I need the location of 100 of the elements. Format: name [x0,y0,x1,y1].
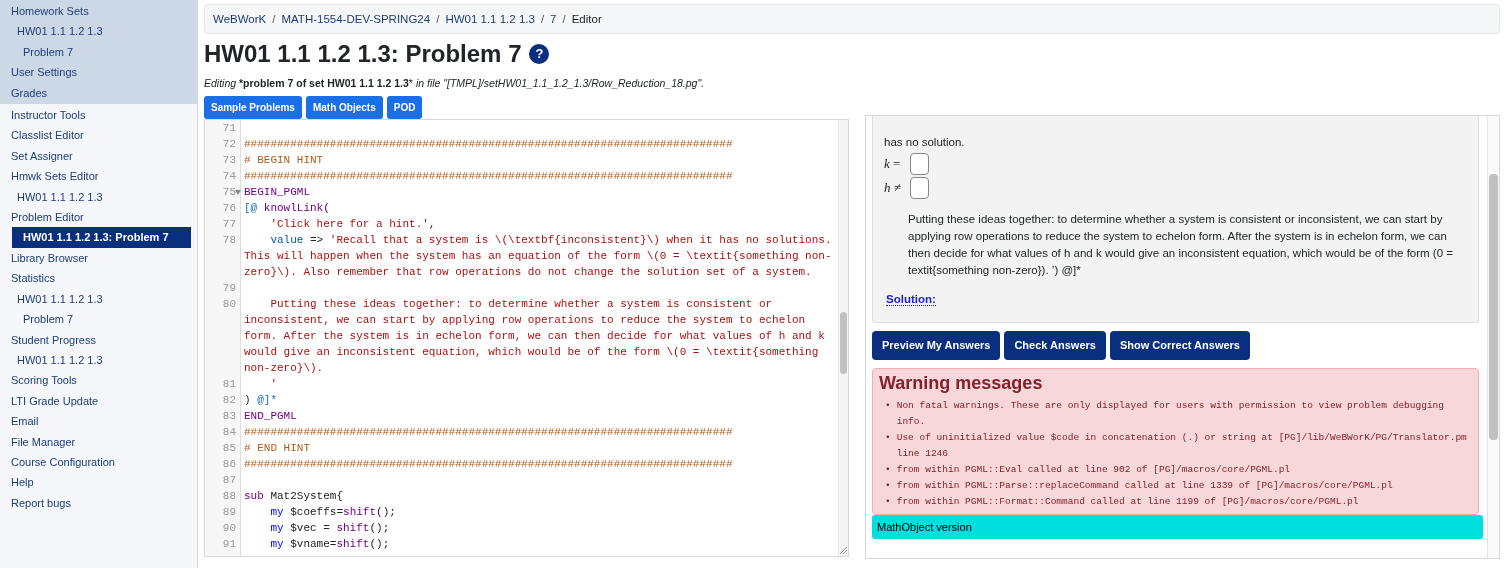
line-number: 80 [221,296,237,312]
warning-item: from within PGML::Parse::replaceCommand called at line 1339 of [PG]/macros/core/PGML.pl [896,479,1393,494]
code-line: BEGIN_PGML [244,184,311,200]
sidebar-item[interactable]: Course Configuration [0,451,191,473]
line-number: 75 [205,183,240,200]
breadcrumb-link[interactable]: 7 [550,13,557,25]
sidebar-item[interactable]: HW01 1.1 1.2 1.3 [0,21,191,42]
resize-handle-icon[interactable] [839,545,848,554]
scrollbar-thumb[interactable] [1489,173,1498,440]
code-line: END_PGML [244,408,298,424]
help-button[interactable]: ? [529,44,550,64]
line-number: 81 [221,376,237,392]
breadcrumb-link[interactable]: MATH-1554-DEV-SPRING24 [281,13,431,25]
sidebar-item[interactable]: Classlist Editor [0,125,191,146]
sidebar-item[interactable]: Hmwk Sets Editor [0,166,191,187]
reference-button[interactable]: Math Objects [305,95,383,119]
bullet: • [885,463,891,478]
code-line: ' [269,376,278,392]
bullet: • [885,495,891,510]
sidebar-item[interactable]: HW01 1.1 1.2 1.3 [0,349,191,371]
sidebar-item[interactable]: Statistics [0,268,191,289]
line-number: 88 [221,488,237,504]
editing-info: Editing *problem 7 of set HW01 1.1 1.2 1.3* in file "[TMPL]/setHW01_1.1_1.2_1.3/Row_Reduction_18.pg". [204,76,706,91]
sidebar-item[interactable]: HW01 1.1 1.2 1.3: Problem 7 [12,227,191,248]
line-number: 89 [221,504,237,520]
sidebar-item[interactable]: Library Browser [0,247,191,269]
breadcrumb-separator: / [271,13,277,25]
scrollbar-thumb[interactable] [840,311,848,374]
preview-paragraph: Putting these ideas together: to determine whether a system is consistent or inconsistent, we can start by applying row operations to reduce the system to echelon form. After the system is in echelon form, we can then decide for what values of h and k would give an inconsistent equation, which would be of the form (0 = textit{something non-zero}). ’) @]* [907,212,1454,278]
sidebar-item[interactable]: HW01 1.1 1.2 1.3 [0,186,191,208]
line-number: 71 [221,120,237,136]
code-line: my $coeffs=shift(); [269,504,397,520]
scrollbar[interactable] [1487,115,1499,558]
breadcrumb-link[interactable]: HW01 1.1 1.2 1.3 [445,13,535,25]
warning-item: from within PGML::Format::Command called at line 1199 of [PG]/macros/core/PGML.pl [896,495,1359,510]
code-line: my $vec = shift(); [269,520,391,536]
sidebar-item[interactable]: Scoring Tools [0,370,191,391]
answer-field[interactable] [910,153,929,175]
breadcrumb-separator: / [435,13,441,25]
preview-text: has no solution. [884,134,966,150]
line-number: 85 [221,440,237,456]
sidebar-item[interactable]: Set Assigner [0,145,191,167]
line-number: 73 [221,152,237,168]
code-line: ) @]* [244,392,278,408]
breadcrumb-separator: / [539,13,546,25]
line-number: 77 [221,216,237,232]
sidebar-item[interactable]: Grades [0,82,191,104]
bullet: • [885,399,891,414]
code-line: 'Click here for a hint.', [269,216,437,232]
sidebar-item[interactable]: Student Progress [0,329,191,350]
fold-arrow-icon[interactable] [235,189,241,195]
code-line: ########################################################################## [244,136,734,152]
line-number: 90 [221,520,237,536]
line-number: 72 [221,136,237,152]
scrollbar[interactable] [838,119,848,556]
sidebar-item[interactable]: Report bugs [0,492,191,514]
answer-field[interactable] [910,177,929,199]
sidebar-item[interactable]: Problem 7 [0,41,191,63]
sidebar-item[interactable]: HW01 1.1 1.2 1.3 [0,288,191,310]
reference-button[interactable]: POD [386,95,423,119]
sidebar-item[interactable]: LTI Grade Update [0,390,191,412]
code-line: ########################################################################## [244,168,734,184]
code-line: sub Mat2System{ [244,488,345,504]
answer-button[interactable]: Check Answers [1004,331,1106,360]
warning-item: from within PGML::Eval called at line 902 of [PG]/macros/core/PGML.pl [896,463,1291,478]
line-number: 74 [221,168,237,184]
code-line: ########################################################################## [244,424,734,440]
sidebar-item[interactable]: File Manager [0,431,191,452]
line-number: 78 [221,232,237,248]
sidebar-item[interactable]: Problem 7 [0,309,191,330]
sidebar-item[interactable]: Help [0,472,191,493]
line-number: 91 [221,536,237,552]
line-number: 83 [221,408,237,424]
line-number: 84 [221,424,237,440]
line-number: 76 [221,200,237,216]
math-label: h ≠ [884,179,902,198]
breadcrumb-current: Editor [571,13,602,25]
line-number: 82 [221,392,237,408]
code-line: # END HINT [244,440,311,456]
reference-button[interactable]: Sample Problems [204,95,302,119]
sidebar-item[interactable]: Problem Editor [0,207,191,228]
answer-button[interactable]: Preview My Answers [872,331,1001,360]
line-number: 79 [221,280,237,296]
sidebar-item[interactable]: Instructor Tools [0,105,191,126]
code-line: [@ knowlLink( [244,200,331,216]
code-line: # BEGIN HINT [244,152,325,168]
code-editor[interactable] [204,118,849,557]
bullet: • [885,479,891,494]
code-line: my $vname=shift(); [269,536,391,552]
bullet: • [885,431,891,446]
breadcrumb-link[interactable]: WeBWorK [213,13,267,25]
warning-item: Non fatal warnings. These are only displayed for users with permission to view problem debugging info. [896,399,1445,430]
sidebar-item[interactable]: Email [0,411,191,432]
solution-link[interactable]: Solution: [886,293,936,306]
answer-button[interactable]: Show Correct Answers [1109,331,1250,360]
line-number: 86 [221,456,237,472]
math-label: k = [884,155,902,174]
sidebar-item[interactable]: User Settings [0,62,191,83]
page-title: HW01 1.1 1.2 1.3: Problem 7 [204,39,522,69]
sidebar-item[interactable]: Homework Sets [0,1,191,22]
